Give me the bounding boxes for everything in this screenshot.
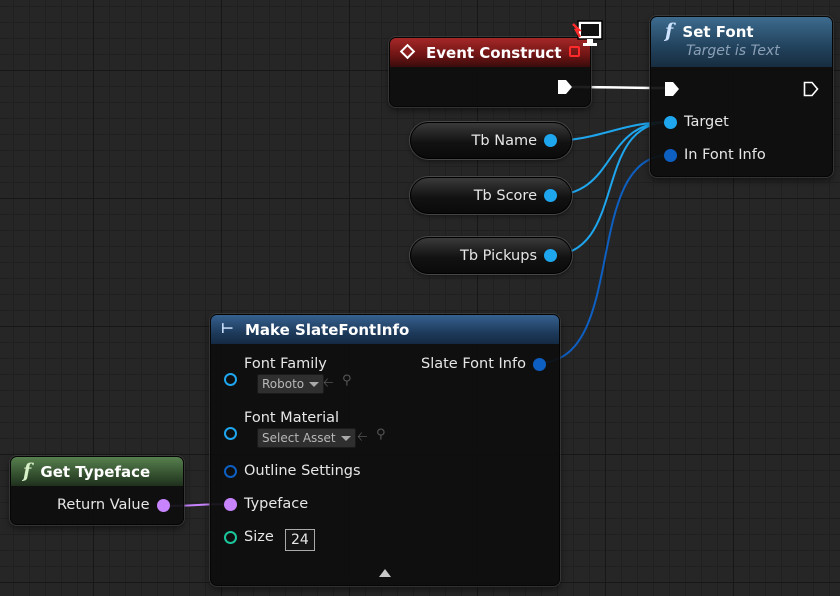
- return-value-output-pin[interactable]: [156, 498, 170, 512]
- font-family-pin[interactable]: [224, 373, 237, 386]
- typeface-pin[interactable]: [224, 497, 237, 511]
- tb-score-variable-node[interactable]: Tb Score: [410, 177, 572, 214]
- use-selected-arrow-icon[interactable]: 🡠: [323, 374, 334, 396]
- target-pin-label: Target: [684, 114, 729, 130]
- tb-pickups-variable-node[interactable]: Tb Pickups: [410, 237, 572, 274]
- make-slate-font-info-node[interactable]: ⊢ Make SlateFontInfo Font Family Roboto …: [210, 314, 560, 586]
- return-value-output-row[interactable]: Return Value: [57, 497, 170, 513]
- get-typeface-node[interactable]: f Get Typeface Return Value: [10, 456, 184, 525]
- outline-settings-pin-row[interactable]: Outline Settings: [224, 463, 361, 479]
- browse-search-icon[interactable]: ⚲: [342, 373, 352, 388]
- tb-name-output-pin[interactable]: [544, 134, 557, 147]
- typeface-label: Typeface: [244, 496, 309, 512]
- size-pin[interactable]: [224, 530, 237, 544]
- in-font-info-pin[interactable]: [664, 148, 677, 162]
- return-value-label: Return Value: [57, 497, 150, 513]
- event-construct-node[interactable]: Event Construct: [389, 37, 591, 107]
- target-pin-row[interactable]: Target: [664, 114, 729, 130]
- make-slate-font-info-header: ⊢ Make SlateFontInfo: [211, 315, 559, 344]
- font-material-dropdown[interactable]: Select Asset: [257, 428, 356, 448]
- tb-name-variable-node[interactable]: Tb Name: [410, 122, 572, 159]
- set-font-exec-out-pin[interactable]: [803, 81, 819, 97]
- slate-font-info-output-row[interactable]: Slate Font Info: [421, 356, 546, 372]
- font-material-value: Select Asset: [262, 431, 336, 445]
- font-family-dropdown[interactable]: Roboto: [257, 374, 325, 394]
- outline-settings-pin[interactable]: [224, 464, 237, 478]
- font-family-label: Font Family: [244, 356, 327, 372]
- tb-name-label: Tb Name: [471, 132, 537, 149]
- make-struct-icon: ⊢: [221, 321, 234, 337]
- set-font-header: f Set Font Target is Text: [651, 17, 832, 67]
- event-construct-header: Event Construct: [390, 38, 590, 67]
- use-selected-arrow-icon[interactable]: 🡠: [357, 428, 368, 450]
- size-value: 24: [291, 532, 309, 548]
- function-icon: f: [665, 20, 674, 42]
- slate-font-info-output-label: Slate Font Info: [421, 356, 526, 372]
- chevron-down-icon: [309, 381, 320, 387]
- tb-pickups-output-pin[interactable]: [544, 249, 557, 262]
- set-font-exec-in-pin[interactable]: [664, 81, 680, 97]
- tb-pickups-label: Tb Pickups: [460, 247, 537, 264]
- make-slate-font-info-title: Make SlateFontInfo: [245, 321, 410, 339]
- in-font-info-pin-row[interactable]: In Font Info: [664, 147, 766, 163]
- client-only-monitor-icon: [571, 20, 603, 48]
- tb-score-output-pin[interactable]: [544, 189, 557, 202]
- function-icon: f: [23, 460, 32, 482]
- outline-settings-label: Outline Settings: [244, 463, 361, 479]
- get-typeface-header: f Get Typeface: [11, 457, 183, 486]
- size-label: Size: [244, 529, 274, 545]
- browse-search-icon[interactable]: ⚲: [376, 427, 386, 442]
- get-typeface-title: Get Typeface: [40, 463, 151, 481]
- chevron-down-icon: [340, 435, 351, 441]
- tb-score-label: Tb Score: [473, 187, 537, 204]
- typeface-pin-row[interactable]: Typeface: [224, 496, 308, 512]
- event-construct-title: Event Construct: [426, 44, 562, 62]
- size-pin-row[interactable]: Size: [224, 529, 274, 545]
- target-pin[interactable]: [664, 115, 677, 129]
- set-font-node[interactable]: f Set Font Target is Text Target In Font…: [650, 16, 833, 177]
- slate-font-info-output-pin[interactable]: [532, 357, 546, 371]
- font-family-value: Roboto: [262, 377, 305, 391]
- font-material-pin[interactable]: [224, 427, 237, 440]
- in-font-info-label: In Font Info: [684, 147, 766, 163]
- set-font-title: Set Font: [682, 23, 754, 41]
- set-font-subtitle: Target is Text: [686, 43, 780, 59]
- event-diamond-icon: [399, 43, 416, 60]
- font-material-label: Font Material: [244, 410, 340, 426]
- exec-out-pin[interactable]: [557, 79, 573, 95]
- size-input[interactable]: 24: [285, 529, 315, 551]
- advanced-display-toggle-icon[interactable]: [378, 568, 392, 578]
